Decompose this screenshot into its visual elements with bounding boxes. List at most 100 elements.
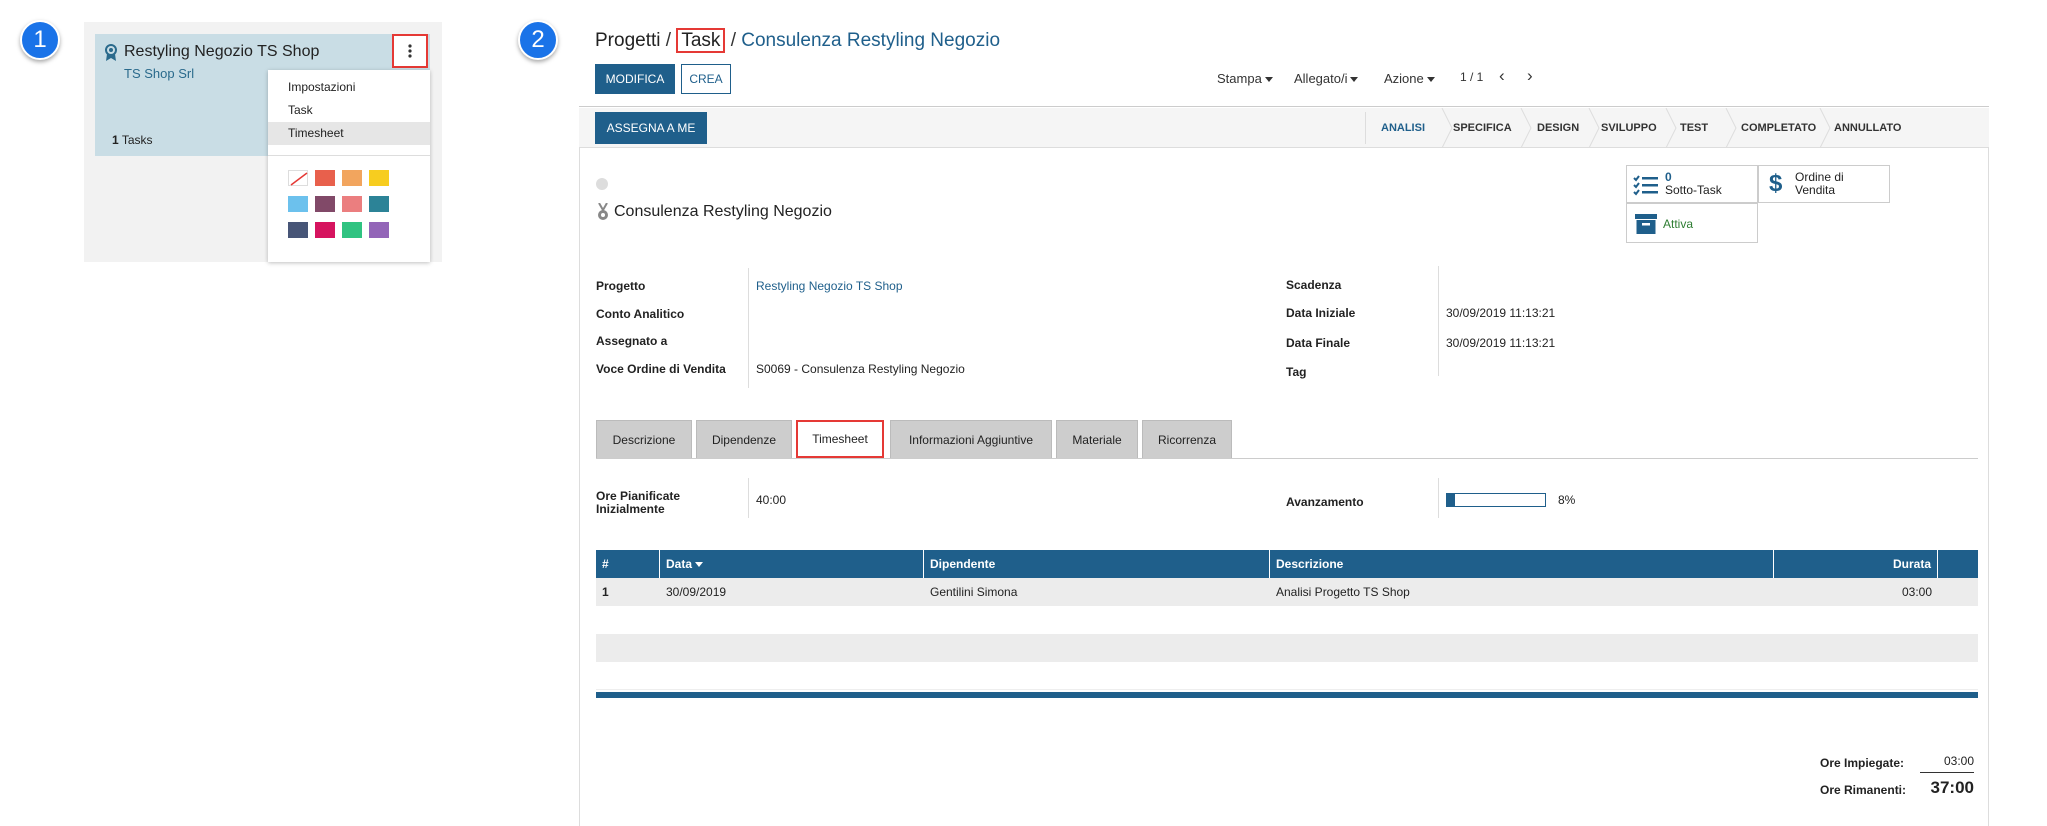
color-swatch[interactable] — [315, 222, 335, 238]
stage-annullato[interactable]: ANNULLATO — [1834, 122, 1901, 134]
stage-completato[interactable]: COMPLETATO — [1741, 122, 1816, 134]
breadcrumb-current: Consulenza Restyling Negozio — [741, 30, 1001, 51]
tab-descrizione[interactable]: Descrizione — [596, 420, 692, 458]
progress-bar — [1446, 493, 1546, 507]
column-date-label: Data — [666, 557, 693, 571]
row-employee: Gentilini Simona — [930, 585, 1018, 599]
stage-test[interactable]: TEST — [1680, 122, 1708, 134]
edit-button[interactable]: MODIFICA — [595, 64, 675, 94]
checklist-icon — [1633, 175, 1658, 196]
field-value-data-iniziale[interactable]: 30/09/2019 11:13:21 — [1446, 306, 1555, 320]
action-dropdown[interactable]: Azione — [1384, 71, 1435, 86]
color-swatch[interactable] — [288, 170, 308, 186]
color-swatch[interactable] — [315, 196, 335, 212]
spent-hours-label: Ore Impiegate: — [1820, 756, 1905, 770]
stage-chevron-icon — [1725, 108, 1737, 148]
stage-chevron-icon — [1520, 108, 1532, 148]
breadcrumb-projects[interactable]: Progetti — [595, 30, 660, 51]
subtasks-stat-button[interactable]: 0 Sotto-Task — [1626, 165, 1758, 203]
planned-hours-value[interactable]: 40:00 — [756, 493, 786, 507]
project-card-company[interactable]: TS Shop Srl — [124, 66, 194, 81]
pager-next-icon[interactable]: › — [1527, 66, 1533, 86]
sales-order-label-2: Vendita — [1795, 183, 1836, 197]
column-header-employee[interactable]: Dipendente — [924, 550, 1270, 578]
tab-timesheet[interactable]: Timesheet — [796, 420, 884, 458]
stage-chevron-icon — [1819, 108, 1831, 148]
field-label-progetto: Progetto — [596, 279, 646, 293]
menu-item-task[interactable]: Task — [268, 99, 430, 122]
step-badge-2: 2 — [518, 20, 558, 60]
project-card-tasks[interactable]: 1 Tasks — [112, 133, 153, 147]
print-dropdown[interactable]: Stampa — [1217, 71, 1273, 86]
planned-separator — [748, 478, 749, 518]
sales-order-stat-button[interactable]: $ Ordine di Vendita — [1758, 165, 1890, 203]
column-header-description[interactable]: Descrizione — [1270, 550, 1774, 578]
progress-separator — [1438, 478, 1439, 518]
field-separator-right — [1438, 266, 1439, 376]
color-swatch[interactable] — [288, 222, 308, 238]
sort-desc-icon — [695, 562, 704, 568]
column-header-date[interactable]: Data — [660, 550, 924, 578]
breadcrumb-task[interactable]: Task — [676, 28, 726, 53]
kebab-menu-button[interactable] — [392, 34, 428, 68]
field-value-progetto[interactable]: Restyling Negozio TS Shop — [756, 279, 903, 293]
print-label: Stampa — [1217, 71, 1262, 86]
stage-analisi[interactable]: ANALISI — [1381, 122, 1425, 134]
attachments-dropdown[interactable]: Allegato/i — [1294, 71, 1359, 86]
color-swatch[interactable] — [342, 170, 362, 186]
action-label: Azione — [1384, 71, 1424, 86]
stage-chevron-icon — [1441, 108, 1453, 148]
field-value-data-finale[interactable]: 30/09/2019 11:13:21 — [1446, 336, 1555, 350]
stage-specifica[interactable]: SPECIFICA — [1453, 122, 1512, 134]
row-date: 30/09/2019 — [666, 585, 727, 599]
color-swatch[interactable] — [288, 196, 308, 212]
stage-sviluppo[interactable]: SVILUPPO — [1601, 122, 1657, 134]
remaining-hours-value: 37:00 — [1930, 778, 1974, 797]
more-vertical-icon — [408, 44, 412, 58]
create-button[interactable]: CREA — [681, 64, 731, 94]
table-footer — [596, 692, 1978, 698]
column-header-duration[interactable]: Durata — [1774, 550, 1938, 578]
field-label-tag: Tag — [1286, 365, 1307, 379]
color-swatch[interactable] — [342, 196, 362, 212]
field-label-scadenza: Scadenza — [1286, 278, 1342, 292]
progress-bar-fill — [1447, 494, 1455, 506]
color-swatch[interactable] — [369, 170, 389, 186]
active-toggle-button[interactable]: Attiva — [1626, 203, 1758, 243]
table-row[interactable]: 1 30/09/2019 Gentilini Simona Analisi Pr… — [596, 578, 1978, 606]
field-label-data-finale: Data Finale — [1286, 336, 1351, 350]
tab-ricorrenza[interactable]: Ricorrenza — [1142, 420, 1232, 458]
attachments-label: Allegato/i — [1294, 71, 1348, 86]
color-swatch[interactable] — [342, 222, 362, 238]
field-label-conto-analitico: Conto Analitico — [596, 307, 685, 321]
totals-divider — [1920, 772, 1974, 773]
field-label-data-iniziale: Data Iniziale — [1286, 306, 1356, 320]
header-divider — [579, 106, 1989, 107]
stage-chevron-icon — [1588, 108, 1600, 148]
progress-value: 8% — [1558, 493, 1576, 507]
menu-item-timesheet[interactable]: Timesheet — [268, 122, 430, 145]
menu-divider — [268, 155, 430, 156]
active-label: Attiva — [1663, 217, 1694, 231]
form-sheet — [579, 148, 1989, 826]
card-dropdown-menu: Impostazioni Task Timesheet — [268, 70, 430, 262]
menu-item-impostazioni[interactable]: Impostazioni — [268, 76, 430, 99]
field-label-voce-ordine: Voce Ordine di Vendita — [596, 362, 726, 376]
remaining-hours-label: Ore Rimanenti: — [1820, 783, 1907, 797]
assign-to-me-button[interactable]: ASSEGNA A ME — [595, 112, 707, 144]
tasks-label: Tasks — [121, 133, 153, 147]
color-swatch[interactable] — [369, 222, 389, 238]
stage-separator — [1365, 112, 1366, 144]
field-value-voce-ordine[interactable]: S0069 - Consulenza Restyling Negozio — [756, 362, 965, 376]
caret-down-icon — [1426, 77, 1435, 83]
tasks-count: 1 — [112, 133, 119, 147]
color-swatch[interactable] — [315, 170, 335, 186]
stage-design[interactable]: DESIGN — [1537, 122, 1579, 134]
pager-previous-icon[interactable]: ‹ — [1499, 66, 1505, 86]
color-swatch[interactable] — [369, 196, 389, 212]
tab-informazioni-aggiuntive[interactable]: Informazioni Aggiuntive — [890, 420, 1052, 458]
tab-dipendenze[interactable]: Dipendenze — [696, 420, 792, 458]
priority-dot[interactable] — [596, 178, 608, 190]
ribbon-icon — [104, 44, 118, 67]
tab-materiale[interactable]: Materiale — [1056, 420, 1138, 458]
